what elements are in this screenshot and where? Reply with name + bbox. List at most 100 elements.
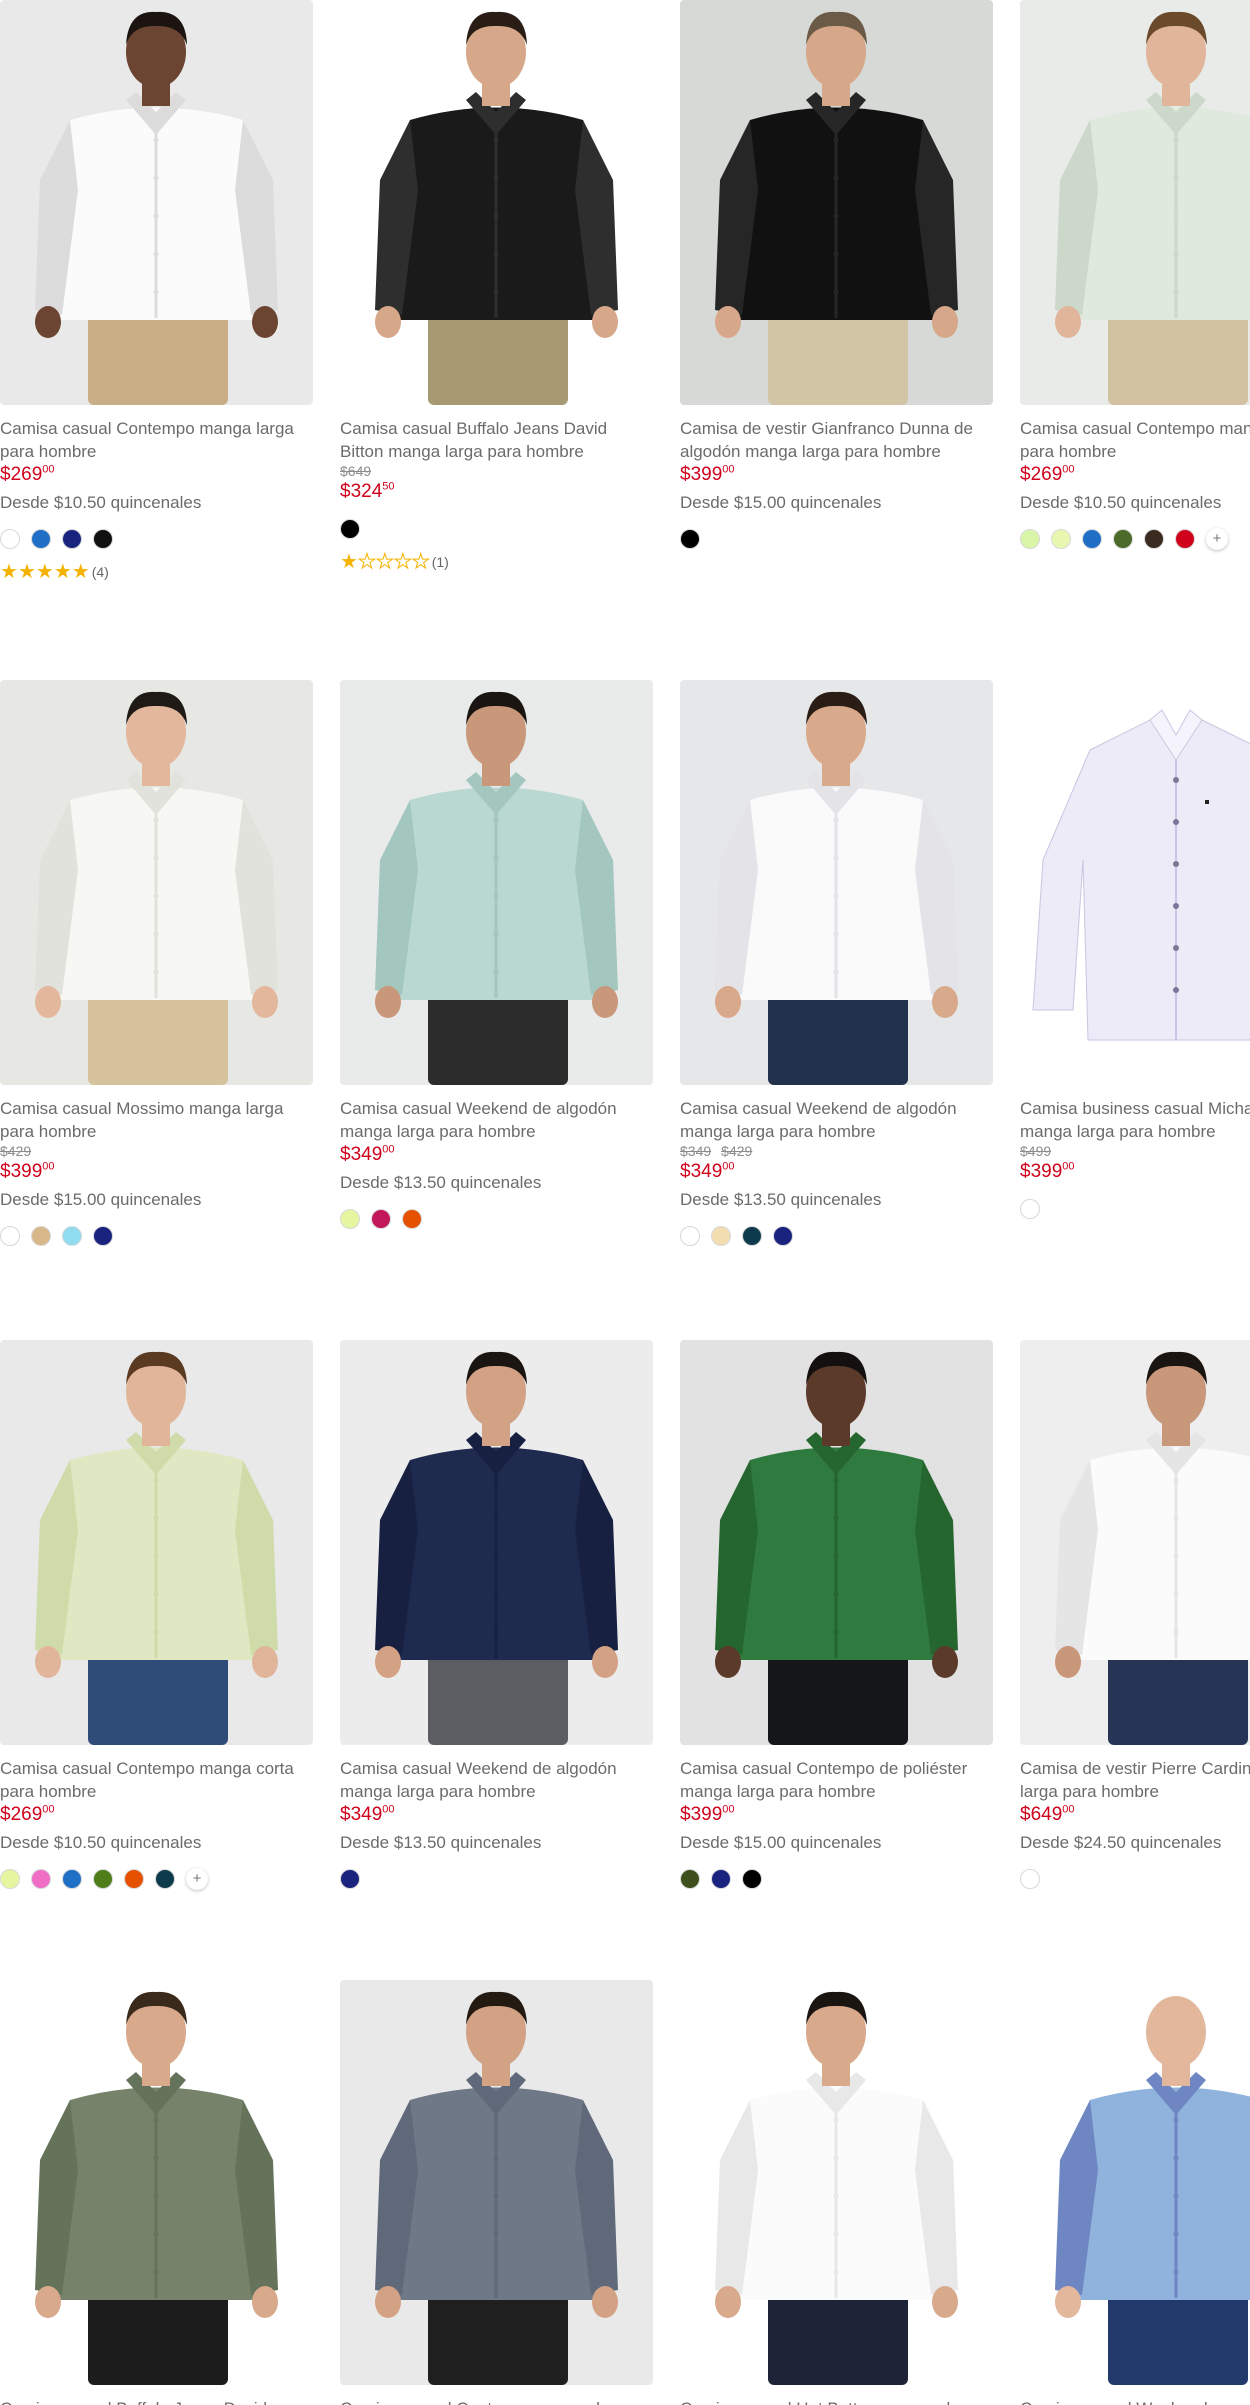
more-colors-button[interactable]: + <box>186 1868 208 1890</box>
color-swatch[interactable] <box>62 1869 82 1889</box>
product-title[interactable]: Camisa casual Buffalo Jeans David Bitton… <box>340 417 654 463</box>
product-title[interactable]: Camisa casual Weekend de algodón manga l… <box>340 1097 654 1143</box>
product-image[interactable] <box>1020 680 1250 1085</box>
price-cents: 00 <box>382 1803 395 1816</box>
product-title[interactable]: Camisa casual Contempo manga larga para … <box>1020 417 1250 463</box>
product-image[interactable] <box>1020 0 1250 405</box>
color-swatch[interactable] <box>155 1869 175 1889</box>
color-swatch[interactable] <box>680 1869 700 1889</box>
product-title[interactable]: Camisa casual Contempo de poliéster mang… <box>680 1757 994 1803</box>
color-swatch[interactable] <box>402 1209 422 1229</box>
color-swatch[interactable] <box>93 1869 113 1889</box>
color-swatch[interactable] <box>1113 529 1133 549</box>
color-swatch[interactable] <box>773 1226 793 1246</box>
color-swatch[interactable] <box>31 529 51 549</box>
product-card[interactable]: Camisa casual Contempo manga corta para … <box>0 1340 314 1892</box>
color-swatch[interactable] <box>1051 529 1071 549</box>
product-card[interactable]: Camisa de vestir Gianfranco Dunna de alg… <box>680 0 994 552</box>
product-card[interactable]: Camisa casual Weekend de algodón manga l… <box>680 680 994 1249</box>
color-swatch[interactable] <box>0 529 20 549</box>
product-image[interactable] <box>0 680 313 1085</box>
product-rating[interactable]: ★ ★ ★ ★ ★ (1) <box>340 551 654 573</box>
product-image[interactable] <box>340 0 653 405</box>
product-title[interactable]: Camisa casual Weekend de algodón manga l… <box>340 1757 654 1803</box>
color-swatch[interactable] <box>31 1869 51 1889</box>
color-swatch[interactable] <box>93 1226 113 1246</box>
color-swatch[interactable] <box>340 519 360 539</box>
price-cents: 00 <box>42 463 55 476</box>
color-swatches <box>1020 1196 1250 1222</box>
product-image[interactable] <box>1020 1340 1250 1745</box>
product-card[interactable]: Camisa casual Weekend de algodón manga l… <box>340 680 654 1232</box>
price-cents: 00 <box>1062 1160 1075 1173</box>
color-swatch[interactable] <box>711 1869 731 1889</box>
product-card[interactable]: Camisa casual Buffalo Jeans David Bitton… <box>340 0 654 573</box>
product-image[interactable] <box>340 1980 653 2385</box>
color-swatch[interactable] <box>742 1869 762 1889</box>
product-title[interactable]: Camisa casual Weekend de algodón manga l… <box>680 1097 994 1143</box>
product-image[interactable] <box>680 0 993 405</box>
product-title[interactable]: Camisa casual Contempo manga larga para … <box>0 417 314 463</box>
product-card[interactable]: Camisa casual Weekend <box>1020 1980 1250 2405</box>
product-image[interactable] <box>340 680 653 1085</box>
product-card[interactable]: Camisa de vestir Pierre Cardin manga lar… <box>1020 1340 1250 1892</box>
color-swatch[interactable] <box>742 1226 762 1246</box>
price-amount: $269 <box>1020 464 1063 485</box>
product-image[interactable] <box>0 0 313 405</box>
product-title[interactable]: Camisa casual Contempo manga corta para … <box>0 1757 314 1803</box>
product-card[interactable]: Camisa casual Contempo manga larga para … <box>1020 0 1250 552</box>
product-image[interactable] <box>0 1340 313 1745</box>
product-title[interactable]: Camisa de vestir Pierre Cardin manga lar… <box>1020 1757 1250 1803</box>
color-swatch[interactable] <box>1020 1869 1040 1889</box>
color-swatch[interactable] <box>1020 529 1040 549</box>
product-card[interactable]: Camisa business casual Michael Kors mang… <box>1020 680 1250 1222</box>
product-title[interactable]: Camisa business casual Michael Kors mang… <box>1020 1097 1250 1143</box>
product-image[interactable] <box>340 1340 653 1745</box>
color-swatch[interactable] <box>1082 529 1102 549</box>
price-amount: $349 <box>340 1144 383 1165</box>
price-amount: $269 <box>0 464 43 485</box>
color-swatch[interactable] <box>1020 1199 1040 1219</box>
color-swatch[interactable] <box>1175 529 1195 549</box>
product-image[interactable] <box>680 1340 993 1745</box>
product-title[interactable]: Camisa casual Weekend <box>1020 2397 1250 2405</box>
color-swatch[interactable] <box>711 1226 731 1246</box>
product-image[interactable] <box>680 680 993 1085</box>
product-image[interactable] <box>0 1980 313 2385</box>
strikethrough-price: $499 <box>1020 1143 1052 1159</box>
product-image[interactable] <box>1020 1980 1250 2385</box>
color-swatch[interactable] <box>340 1869 360 1889</box>
color-swatch[interactable] <box>62 529 82 549</box>
color-swatch[interactable] <box>31 1226 51 1246</box>
color-swatch[interactable] <box>0 1226 20 1246</box>
product-card[interactable]: Camisa casual Contempo manga larga para … <box>0 0 314 582</box>
color-swatch[interactable] <box>0 1869 20 1889</box>
color-swatch[interactable] <box>1144 529 1164 549</box>
color-swatches <box>340 1866 654 1892</box>
color-swatch[interactable] <box>680 529 700 549</box>
product-title[interactable]: Camisa casual Hot Buttons manga larga <box>680 2397 994 2405</box>
product-image[interactable] <box>680 1980 993 2385</box>
product-card[interactable]: Camisa casual Buffalo Jeans David Bitton <box>0 1980 314 2405</box>
product-title[interactable]: Camisa casual Mossimo manga larga para h… <box>0 1097 314 1143</box>
product-card[interactable]: Camisa casual Contempo de poliéster mang… <box>680 1340 994 1892</box>
color-swatch[interactable] <box>371 1209 391 1229</box>
star-icon: ★ <box>411 551 430 573</box>
product-card[interactable]: Camisa casual Contempo manga larga <box>340 1980 654 2405</box>
color-swatch[interactable] <box>680 1226 700 1246</box>
product-card[interactable]: Camisa casual Weekend de algodón manga l… <box>340 1340 654 1892</box>
color-swatch[interactable] <box>93 529 113 549</box>
more-colors-button[interactable]: + <box>1206 528 1228 550</box>
product-title[interactable]: Camisa casual Buffalo Jeans David Bitton <box>0 2397 314 2405</box>
color-swatch[interactable] <box>340 1209 360 1229</box>
color-swatch[interactable] <box>124 1869 144 1889</box>
product-card[interactable]: Camisa casual Mossimo manga larga para h… <box>0 680 314 1249</box>
color-swatch[interactable] <box>62 1226 82 1246</box>
review-count: (4) <box>91 564 109 580</box>
product-title[interactable]: Camisa de vestir Gianfranco Dunna de alg… <box>680 417 994 463</box>
sale-price: $26900 <box>0 1803 314 1827</box>
product-card[interactable]: Camisa casual Hot Buttons manga larga <box>680 1980 994 2405</box>
rating-stars: ★ ★ ★ ★ ★ <box>0 562 90 582</box>
product-rating[interactable]: ★ ★ ★ ★ ★ (4) <box>0 562 314 582</box>
product-title[interactable]: Camisa casual Contempo manga larga <box>340 2397 654 2405</box>
